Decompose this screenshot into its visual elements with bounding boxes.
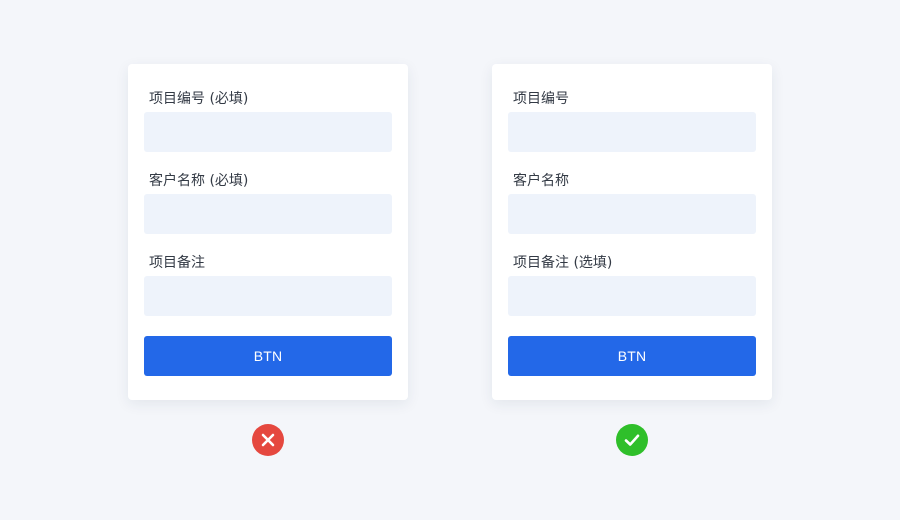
- submit-button[interactable]: BTN: [508, 336, 756, 376]
- close-icon: [261, 433, 275, 447]
- client-name-input[interactable]: [144, 194, 392, 234]
- project-note-field: 项目备注 (选填): [508, 254, 756, 316]
- client-name-input[interactable]: [508, 194, 756, 234]
- client-name-label: 客户名称: [513, 173, 569, 189]
- correct-badge: [616, 424, 648, 456]
- project-note-input[interactable]: [508, 276, 756, 316]
- project-number-field: 项目编号 (必填): [144, 90, 392, 152]
- incorrect-badge: [252, 424, 284, 456]
- incorrect-example-form: 项目编号 (必填) 客户名称 (必填) 项目备注 BTN: [128, 64, 408, 400]
- submit-button[interactable]: BTN: [144, 336, 392, 376]
- project-number-label: 项目编号 (必填): [149, 91, 249, 107]
- project-note-input[interactable]: [144, 276, 392, 316]
- client-name-field: 客户名称 (必填): [144, 172, 392, 234]
- project-number-label: 项目编号: [513, 91, 569, 107]
- project-note-label: 项目备注: [149, 255, 205, 271]
- correct-example-form: 项目编号 客户名称 项目备注 (选填) BTN: [492, 64, 772, 400]
- client-name-field: 客户名称: [508, 172, 756, 234]
- comparison-stage: 项目编号 (必填) 客户名称 (必填) 项目备注 BTN 项目编号 客户名称 项…: [0, 0, 900, 520]
- project-note-label: 项目备注 (选填): [513, 255, 613, 271]
- check-icon: [624, 434, 640, 446]
- project-number-input[interactable]: [144, 112, 392, 152]
- project-number-field: 项目编号: [508, 90, 756, 152]
- project-number-input[interactable]: [508, 112, 756, 152]
- project-note-field: 项目备注: [144, 254, 392, 316]
- client-name-label: 客户名称 (必填): [149, 173, 249, 189]
